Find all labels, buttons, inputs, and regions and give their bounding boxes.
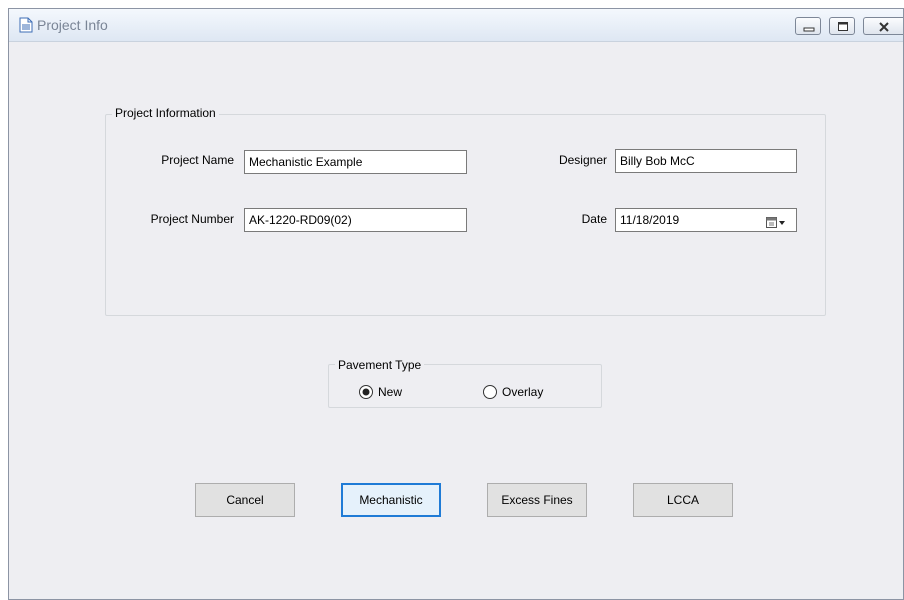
designer-label: Designer (558, 153, 607, 167)
project-name-input[interactable]: Mechanistic Example (244, 150, 467, 174)
excess-fines-button[interactable]: Excess Fines (487, 483, 587, 517)
project-information-label: Project Information (112, 106, 219, 120)
close-icon (879, 22, 889, 32)
lcca-button[interactable]: LCCA (633, 483, 733, 517)
radio-overlay-label: Overlay (502, 385, 544, 399)
designer-input[interactable]: Billy Bob McC (615, 149, 797, 173)
project-number-label: Project Number (150, 212, 234, 226)
cancel-button[interactable]: Cancel (195, 483, 295, 517)
date-label: Date (581, 212, 607, 226)
maximize-button[interactable] (829, 17, 855, 35)
project-info-window: Project Info Project Information Project… (8, 8, 904, 600)
minimize-icon (803, 27, 815, 32)
window-title: Project Info (37, 17, 108, 33)
radio-selected-icon (359, 385, 373, 399)
date-value: 11/18/2019 (620, 213, 680, 227)
pavement-type-label: Pavement Type (335, 358, 425, 372)
minimize-button[interactable] (795, 17, 821, 35)
title-bar[interactable]: Project Info (9, 9, 903, 42)
document-icon (19, 17, 33, 33)
radio-new-label: New (378, 385, 403, 399)
project-name-label: Project Name (161, 153, 234, 167)
project-number-input[interactable]: AK-1220-RD09(02) (244, 208, 467, 232)
calendar-dropdown-icon[interactable] (766, 214, 788, 231)
close-button[interactable] (863, 17, 903, 35)
mechanistic-button[interactable]: Mechanistic (341, 483, 441, 517)
date-picker[interactable]: 11/18/2019 (615, 208, 797, 232)
radio-unselected-icon (483, 385, 497, 399)
maximize-icon (838, 22, 848, 31)
